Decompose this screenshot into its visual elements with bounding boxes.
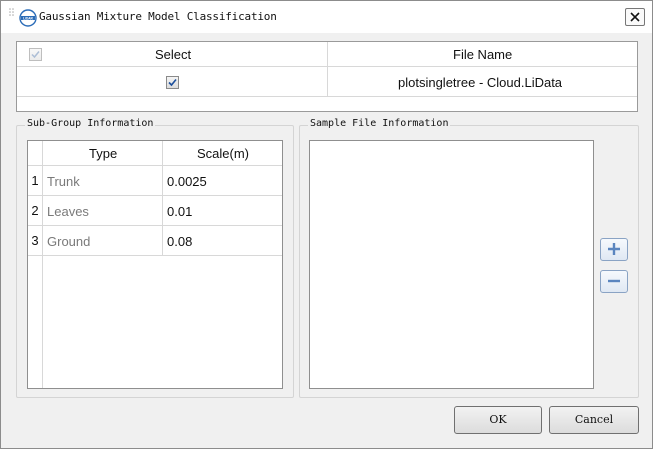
- subgroup-groupbox: Sub-Group Information Type Scale(m) 1 Tr…: [16, 118, 294, 398]
- lidar-logo-icon: LiDAR: [19, 9, 37, 27]
- cancel-button[interactable]: Cancel: [549, 406, 639, 434]
- file-name-cell[interactable]: plotsingletree - Cloud.LiData: [328, 67, 637, 96]
- table-row[interactable]: 2 Leaves 0.01: [28, 196, 282, 226]
- type-cell[interactable]: Ground: [43, 226, 163, 255]
- file-name-header-label: File Name: [453, 47, 513, 62]
- checkmark-icon: [168, 78, 177, 87]
- table-corner: [28, 141, 43, 165]
- sample-file-list[interactable]: [309, 140, 594, 389]
- type-value: Leaves: [47, 204, 89, 219]
- select-cell[interactable]: [17, 67, 328, 96]
- scale-column-header[interactable]: Scale(m): [163, 141, 282, 165]
- scale-cell[interactable]: 0.0025: [163, 166, 282, 195]
- select-column-header[interactable]: Select: [17, 42, 328, 66]
- select-all-checkbox[interactable]: [29, 48, 42, 61]
- type-value: Trunk: [47, 174, 80, 189]
- title-bar[interactable]: LiDAR Gaussian Mixture Model Classificat…: [1, 1, 652, 33]
- add-sample-button[interactable]: [600, 238, 628, 261]
- grip-icon: [9, 8, 14, 16]
- row-number[interactable]: 2: [28, 196, 42, 225]
- dialog-window: LiDAR Gaussian Mixture Model Classificat…: [0, 0, 653, 449]
- table-row[interactable]: plotsingletree - Cloud.LiData: [17, 67, 637, 97]
- row-number[interactable]: 1: [28, 166, 42, 195]
- table-row[interactable]: 1 Trunk 0.0025: [28, 166, 282, 196]
- file-table-header: Select File Name: [17, 42, 637, 67]
- subgroup-label: Sub-Group Information: [25, 118, 156, 129]
- scale-header-label: Scale(m): [197, 146, 250, 161]
- scale-value: 0.08: [167, 234, 193, 249]
- type-header-label: Type: [89, 146, 118, 161]
- window-title: Gaussian Mixture Model Classification: [39, 10, 277, 23]
- close-icon: [630, 12, 640, 22]
- type-cell[interactable]: Trunk: [43, 166, 163, 195]
- type-column-header[interactable]: Type: [43, 141, 163, 165]
- file-name-column-header[interactable]: File Name: [328, 42, 637, 66]
- subgroup-table[interactable]: Type Scale(m) 1 Trunk 0.0025 2 Leaves 0.…: [27, 140, 283, 389]
- checkmark-icon: [31, 51, 40, 59]
- row-number[interactable]: 3: [28, 226, 42, 255]
- row-select-checkbox[interactable]: [166, 76, 179, 89]
- plus-icon: [608, 243, 620, 255]
- sample-file-groupbox: Sample File Information: [299, 118, 639, 398]
- minus-icon: [608, 279, 620, 283]
- svg-text:LiDAR: LiDAR: [23, 16, 33, 20]
- table-row[interactable]: 3 Ground 0.08: [28, 226, 282, 256]
- scale-value: 0.0025: [167, 174, 207, 189]
- select-header-label: Select: [155, 47, 192, 62]
- scale-cell[interactable]: 0.08: [163, 226, 282, 255]
- scale-cell[interactable]: 0.01: [163, 196, 282, 225]
- type-value: Ground: [47, 234, 91, 249]
- close-button[interactable]: [625, 8, 645, 26]
- remove-sample-button[interactable]: [600, 270, 628, 293]
- subgroup-table-header: Type Scale(m): [28, 141, 282, 166]
- sample-file-label: Sample File Information: [308, 118, 451, 129]
- file-table[interactable]: Select File Name plotsingletree - Cloud.…: [16, 41, 638, 112]
- ok-button[interactable]: OK: [454, 406, 542, 434]
- type-cell[interactable]: Leaves: [43, 196, 163, 225]
- scale-value: 0.01: [167, 204, 193, 219]
- file-name-value: plotsingletree - Cloud.LiData: [398, 75, 563, 90]
